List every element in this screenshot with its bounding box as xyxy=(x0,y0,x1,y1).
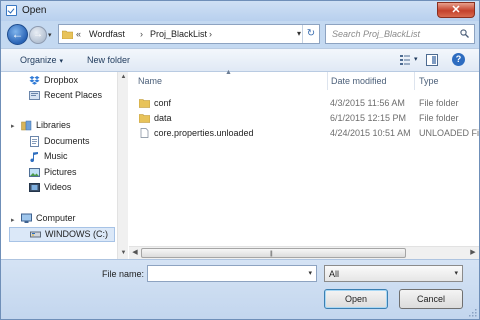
organize-button[interactable]: Organize ▾ xyxy=(20,55,63,65)
file-name: conf xyxy=(154,98,172,108)
scroll-down-arrow-icon[interactable]: ▼ xyxy=(118,248,129,259)
pictures-icon xyxy=(29,168,40,177)
window-title: Open xyxy=(22,5,47,16)
nav-item-windows-drive[interactable]: WINDOWS (C:) xyxy=(9,227,115,242)
documents-icon xyxy=(30,136,39,147)
breadcrumb-wordfast[interactable]: Wordfast xyxy=(89,29,125,39)
nav-item-dropbox[interactable]: Dropbox xyxy=(29,74,114,88)
file-type-filter-value: All xyxy=(329,269,340,279)
change-view-icon[interactable] xyxy=(399,54,411,66)
recent-places-icon xyxy=(29,91,40,100)
column-header-name[interactable]: Name xyxy=(138,72,328,90)
column-header-date-modified[interactable]: Date modified xyxy=(331,72,416,90)
nav-label: Music xyxy=(44,151,68,161)
file-type: File folder xyxy=(419,98,459,108)
file-icon xyxy=(140,128,149,138)
file-date: 4/24/2015 10:51 AM xyxy=(330,128,411,138)
breadcrumb-proj-blacklist[interactable]: Proj_BlackList xyxy=(150,29,207,39)
back-button[interactable]: ← xyxy=(7,24,28,45)
nav-label: Recent Places xyxy=(44,90,103,100)
file-type-filter-select[interactable]: All ▾ xyxy=(324,265,463,282)
folder-icon xyxy=(62,30,73,39)
title-bar[interactable]: Open ✕ xyxy=(1,1,479,21)
search-input[interactable]: Search Proj_BlackList xyxy=(325,24,475,44)
nav-label: Documents xyxy=(44,136,90,146)
file-date: 4/3/2015 11:56 AM xyxy=(330,98,405,108)
address-dropdown-icon[interactable]: ▾ xyxy=(297,29,301,38)
search-placeholder: Search Proj_BlackList xyxy=(332,29,421,39)
nav-item-music[interactable]: Music xyxy=(29,150,114,164)
expand-libraries-icon[interactable]: ▸ xyxy=(11,122,15,130)
nav-item-libraries[interactable]: Libraries xyxy=(21,119,114,133)
scroll-right-arrow-icon[interactable]: ▶ xyxy=(467,247,479,259)
chevron-down-icon: ▾ xyxy=(59,58,64,65)
dropbox-icon xyxy=(29,76,40,85)
cancel-button[interactable]: Cancel xyxy=(399,289,463,309)
resize-grip-icon[interactable] xyxy=(468,308,477,317)
file-type: File folder xyxy=(419,113,459,123)
open-button[interactable]: Open xyxy=(324,289,388,309)
libraries-icon xyxy=(21,120,32,131)
chevron-down-icon: ▾ xyxy=(454,270,458,277)
nav-item-videos[interactable]: Videos xyxy=(29,181,114,195)
column-header-type[interactable]: Type xyxy=(419,72,479,90)
folder-icon xyxy=(139,114,150,123)
file-list-horizontal-scrollbar[interactable]: ◀ ||| ▶ xyxy=(129,246,479,259)
folder-icon xyxy=(139,99,150,108)
nav-item-computer[interactable]: Computer xyxy=(21,212,114,226)
file-name-label: File name: xyxy=(102,269,145,279)
open-dialog: Open ✕ ← → ▾ « Wordfast › Proj_BlackList… xyxy=(0,0,480,320)
content-area: Dropbox Recent Places ▸ Libraries Docume… xyxy=(1,69,479,259)
recent-locations-dropdown-icon[interactable]: ▾ xyxy=(48,31,52,39)
file-name: core.properties.unloaded xyxy=(154,128,254,138)
address-bar[interactable]: « Wordfast › Proj_BlackList › ▾ ↻ xyxy=(58,24,320,44)
nav-label: Computer xyxy=(36,213,76,223)
preview-pane-icon[interactable] xyxy=(426,54,438,66)
column-divider[interactable] xyxy=(414,72,415,90)
navigation-pane: Dropbox Recent Places ▸ Libraries Docume… xyxy=(1,72,116,259)
file-name: data xyxy=(154,113,172,123)
scroll-left-arrow-icon[interactable]: ◀ xyxy=(129,247,141,259)
file-row-core-properties[interactable]: core.properties.unloaded 4/24/2015 10:51… xyxy=(129,126,479,141)
videos-icon xyxy=(29,183,40,192)
file-date: 6/1/2015 12:15 PM xyxy=(330,113,407,123)
nav-label: WINDOWS (C:) xyxy=(45,229,108,239)
computer-icon xyxy=(21,213,32,223)
help-icon[interactable]: ? xyxy=(452,53,465,66)
expand-computer-icon[interactable]: ▸ xyxy=(11,216,15,224)
file-name-input[interactable]: ▾ xyxy=(147,265,317,282)
music-icon xyxy=(30,152,38,162)
nav-pane-scrollbar[interactable]: ▲ ▼ xyxy=(117,72,128,259)
breadcrumb-separator[interactable]: › xyxy=(140,29,143,39)
file-name-dropdown-icon[interactable]: ▾ xyxy=(308,269,312,277)
breadcrumb-overflow[interactable]: « xyxy=(76,29,81,39)
file-type: UNLOADED Fi xyxy=(419,128,480,138)
file-row-conf[interactable]: conf 4/3/2015 11:56 AM File folder xyxy=(129,96,479,111)
refresh-icon[interactable]: ↻ xyxy=(302,25,319,43)
drive-icon xyxy=(30,231,41,238)
file-list: ▲ Name Date modified Type conf 4/3/2015 … xyxy=(129,69,479,259)
column-divider[interactable] xyxy=(327,72,328,90)
new-folder-button[interactable]: New folder xyxy=(87,55,130,65)
app-icon xyxy=(6,5,17,16)
file-row-data[interactable]: data 6/1/2015 12:15 PM File folder xyxy=(129,111,479,126)
nav-label: Pictures xyxy=(44,167,77,177)
nav-item-documents[interactable]: Documents xyxy=(29,135,114,149)
scrollbar-grip-icon: ||| xyxy=(270,251,273,257)
close-button[interactable]: ✕ xyxy=(437,2,475,18)
breadcrumb-separator[interactable]: › xyxy=(209,29,212,39)
nav-label: Dropbox xyxy=(44,75,79,85)
search-icon[interactable] xyxy=(460,29,469,38)
nav-item-recent-places[interactable]: Recent Places xyxy=(29,89,114,103)
forward-button[interactable]: → xyxy=(29,26,47,44)
navigation-bar: ← → ▾ « Wordfast › Proj_BlackList › ▾ ↻ … xyxy=(1,21,479,48)
dialog-footer: File name: ▾ All ▾ Open Cancel xyxy=(1,259,479,319)
nav-label: Libraries xyxy=(36,120,71,130)
scrollbar-thumb[interactable]: ||| xyxy=(141,248,406,258)
nav-label: Videos xyxy=(44,182,72,192)
view-options-dropdown-icon[interactable]: ▾ xyxy=(414,55,418,63)
nav-item-pictures[interactable]: Pictures xyxy=(29,166,114,180)
scroll-up-arrow-icon[interactable]: ▲ xyxy=(118,72,129,83)
command-toolbar: Organize ▾ New folder ▾ ? xyxy=(1,48,479,72)
